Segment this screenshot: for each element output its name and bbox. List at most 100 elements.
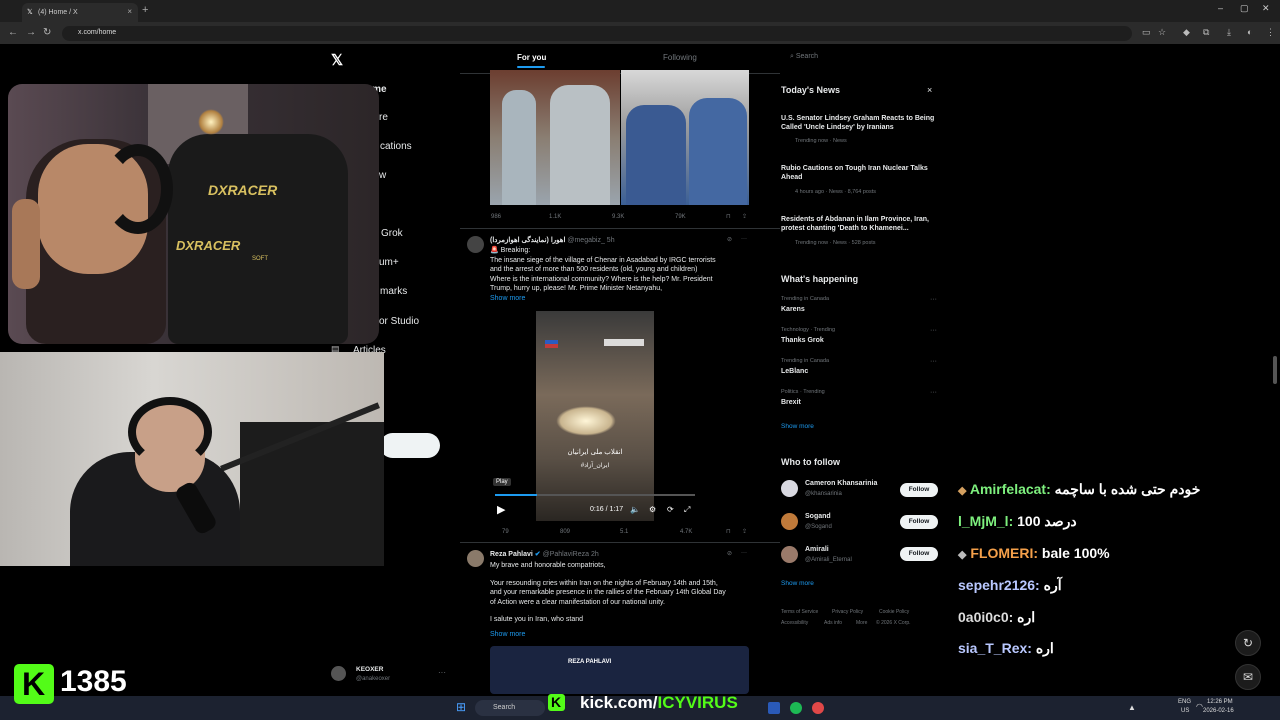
footer-link[interactable]: Terms of Service [781, 609, 818, 615]
nav-premium[interactable]: um+ [379, 257, 399, 268]
nav-bookmarks[interactable]: marks [380, 286, 407, 297]
messages-icon[interactable]: ✉ [1235, 664, 1261, 690]
window-close-icon[interactable]: ✕ [1262, 3, 1270, 14]
post-author[interactable]: اهورا (نمایندگی اهوازمردا) @megabiz_ 5h [490, 236, 615, 244]
play-icon[interactable]: ▶ [497, 503, 505, 516]
loop-icon[interactable]: ⟳ [667, 505, 674, 514]
trend-item[interactable]: Brexit [781, 399, 801, 406]
post-avatar[interactable] [467, 550, 484, 567]
trend-item[interactable]: Thanks Grok [781, 337, 824, 344]
tab-close-icon[interactable]: × [127, 7, 132, 16]
x-logo-icon[interactable]: 𝕏 [331, 51, 343, 69]
volume-icon[interactable]: 🔈 [630, 505, 640, 514]
nav-follow[interactable]: w [379, 170, 386, 181]
grok-icon[interactable]: ⊘ [727, 236, 732, 243]
follow-avatar[interactable] [781, 546, 798, 563]
show-more-follow[interactable]: Show more [781, 580, 814, 587]
menu-icon[interactable]: ⋮ [1266, 27, 1275, 38]
footer-link[interactable]: Accessibility [781, 620, 808, 626]
forward-icon[interactable]: → [26, 27, 36, 38]
maximize-icon[interactable]: ▢ [1240, 3, 1249, 14]
settings-icon[interactable]: ⚙ [649, 505, 656, 514]
app-icon[interactable] [812, 702, 824, 714]
puzzle-icon[interactable]: ⧉ [1203, 27, 1209, 38]
share-icon[interactable]: ⇪ [742, 528, 747, 535]
follow-avatar[interactable] [781, 480, 798, 497]
bookmark-icon[interactable]: ⊓ [726, 213, 731, 220]
nav-creator-studio[interactable]: or Studio [379, 316, 419, 327]
post-more-icon[interactable]: ··· [741, 550, 747, 556]
windows-start-icon[interactable]: ⊞ [456, 700, 466, 714]
follow-button[interactable]: Follow [900, 547, 938, 561]
url-field[interactable]: x.com/home [62, 26, 1132, 41]
show-more-link[interactable]: Show more [490, 631, 525, 638]
view-count[interactable]: 79K [675, 214, 686, 220]
reply-count[interactable]: 79 [502, 529, 509, 535]
nav-grok[interactable]: Grok [381, 228, 403, 239]
bookmark-star-icon[interactable]: ☆ [1158, 27, 1166, 38]
repost-count[interactable]: 809 [560, 529, 570, 535]
news-item[interactable]: Rubio Cautions on Tough Iran Nuclear Tal… [781, 164, 941, 182]
news-item[interactable]: Residents of Abdanan in Ilam Province, I… [781, 215, 941, 233]
cast-icon[interactable]: ▭ [1142, 27, 1151, 38]
news-item[interactable]: U.S. Senator Lindsey Graham Reacts to Be… [781, 114, 941, 132]
follow-button[interactable]: Follow [900, 483, 938, 497]
show-more-link[interactable]: Show more [490, 295, 525, 302]
follow-button[interactable]: Follow [900, 515, 938, 529]
post-avatar[interactable] [467, 236, 484, 253]
like-count[interactable]: 9.3K [612, 214, 624, 220]
tray-icon[interactable]: ▲ [1128, 703, 1136, 712]
reply-count[interactable]: 986 [491, 214, 501, 220]
tab-for-you[interactable]: For you [517, 53, 546, 62]
reload-icon[interactable]: ↻ [43, 27, 51, 38]
post-button[interactable] [380, 433, 440, 458]
language-label[interactable]: ENG [1178, 699, 1191, 705]
page-scrollbar[interactable] [1273, 356, 1277, 384]
wifi-icon[interactable]: ◠ [1196, 702, 1203, 711]
follow-name[interactable]: Cameron Khansarinia [805, 480, 877, 487]
trend-item[interactable]: LeBlanc [781, 368, 808, 375]
extension-icon[interactable]: ◆ [1183, 27, 1190, 38]
trend-more-icon[interactable]: ··· [930, 296, 937, 303]
footer-link[interactable]: Ads info [824, 620, 842, 626]
follow-avatar[interactable] [781, 513, 798, 530]
profile-icon[interactable]: ◐ [1247, 27, 1252, 37]
post-image-left[interactable] [490, 70, 620, 205]
back-icon[interactable]: ← [8, 27, 18, 38]
show-more-trends[interactable]: Show more [781, 423, 814, 430]
trend-more-icon[interactable]: ··· [930, 358, 937, 365]
close-news-icon[interactable]: × [927, 85, 932, 95]
spotify-icon[interactable] [790, 702, 802, 714]
download-icon[interactable]: ⤓ [1227, 27, 1231, 38]
refresh-icon[interactable]: ↻ [1235, 630, 1261, 656]
footer-link[interactable]: Cookie Policy [879, 609, 909, 615]
app-icon[interactable] [768, 702, 780, 714]
new-tab-button[interactable]: + [142, 4, 148, 16]
follow-name[interactable]: Amirali [805, 546, 829, 553]
trend-more-icon[interactable]: ··· [930, 389, 937, 396]
bookmark-icon[interactable]: ⊓ [726, 528, 731, 535]
post-card-image[interactable]: REZA PAHLAVI [490, 646, 749, 694]
repost-count[interactable]: 1.1K [549, 214, 561, 220]
account-more-icon[interactable]: ··· [438, 668, 446, 677]
post-author[interactable]: Reza Pahlavi ✔ @PahlaviReza 2h [490, 550, 599, 558]
trend-more-icon[interactable]: ··· [930, 327, 937, 334]
post-more-icon[interactable]: ··· [741, 236, 747, 242]
follow-name[interactable]: Sogand [805, 513, 831, 520]
footer-link[interactable]: More [856, 620, 867, 626]
tab-following[interactable]: Following [663, 53, 697, 62]
minimize-icon[interactable]: – [1218, 3, 1223, 13]
browser-tab[interactable]: 𝕏 (4) Home / X × [22, 3, 138, 22]
footer-link[interactable]: Privacy Policy [832, 609, 863, 615]
nav-notifications[interactable]: cations [380, 141, 412, 152]
view-count[interactable]: 4.7K [680, 529, 692, 535]
fullscreen-icon[interactable]: ⤢ [684, 505, 690, 515]
trend-item[interactable]: Karens [781, 306, 805, 313]
share-icon[interactable]: ⇪ [742, 213, 747, 220]
clock-time[interactable]: 12:26 PM [1207, 699, 1233, 705]
grok-icon[interactable]: ⊘ [727, 550, 732, 557]
search-input[interactable]: ⌕ Search [778, 51, 938, 65]
like-count[interactable]: 5.1 [620, 529, 628, 535]
post-image-right[interactable] [621, 70, 749, 205]
taskbar-search[interactable]: Search [475, 700, 545, 716]
